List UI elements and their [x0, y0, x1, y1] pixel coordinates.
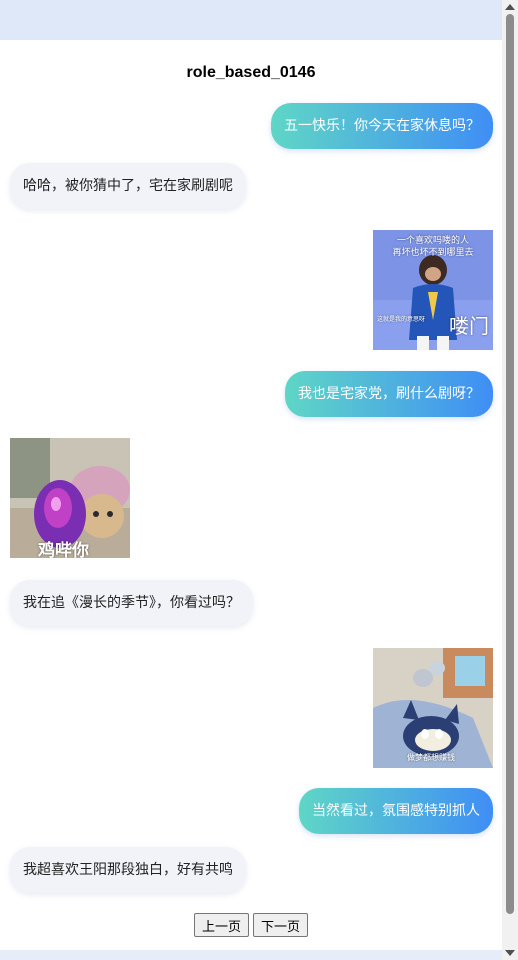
tom-cat-sticker: 做梦都想赚钱 — [373, 648, 493, 768]
message-bubble-received: 我在追《漫长的季节》，你看过吗？ — [10, 580, 253, 626]
vertical-scrollbar[interactable] — [502, 0, 518, 960]
message-bubble-sent: 我也是宅家党，刷什么剧呀？ — [285, 371, 493, 417]
monkey-sticker: 一个喜欢吗喽的人 再坏也坏不到哪里去 这就是我的意思呀 喽门 — [373, 230, 493, 350]
kitten-sticker: 鸡哔你 — [10, 438, 130, 558]
sticker-caption: 再坏也坏不到哪里去 — [392, 248, 474, 258]
sticker-caption: 喽门 — [449, 314, 489, 338]
message-bubble-sent: 当然看过，氛围感特别抓人 — [299, 788, 493, 834]
prev-page-button[interactable]: 上一页 — [193, 913, 249, 937]
pagination: 上一页 下一页 — [0, 913, 502, 937]
next-page-button[interactable]: 下一页 — [253, 913, 309, 937]
message-bubble-received: 哈哈，被你猜中了，宅在家刷剧呢 — [10, 163, 246, 209]
sticker-caption: 这就是我的意思呀 — [377, 316, 426, 323]
chat-page: role_based_0146 五一快乐！你今天在家休息吗？ 哈哈，被你猜中了，… — [0, 40, 502, 950]
scroll-down-arrow-icon[interactable] — [505, 950, 515, 956]
scroll-up-arrow-icon[interactable] — [505, 4, 515, 10]
sticker-caption: 鸡哔你 — [38, 541, 89, 558]
scrollbar-thumb[interactable] — [506, 14, 514, 914]
sticker-caption: 做梦都想赚钱 — [407, 753, 455, 762]
page-title: role_based_0146 — [186, 64, 316, 81]
message-bubble-sent: 五一快乐！你今天在家休息吗？ — [271, 103, 493, 149]
message-bubble-received: 我超喜欢王阳那段独白，好有共鸣 — [10, 847, 246, 893]
